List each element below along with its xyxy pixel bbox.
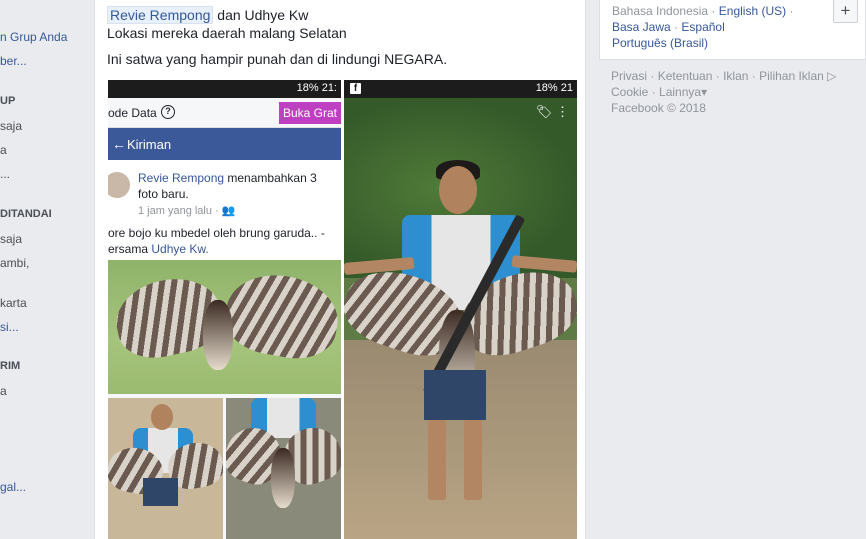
footer-link[interactable]: Privasi: [611, 69, 647, 83]
sidebar-section-heading: DITANDAI: [0, 208, 52, 220]
footer-link[interactable]: Iklan: [723, 69, 748, 83]
post-line: Ini satwa yang hampir punah dan di lindu…: [107, 51, 448, 67]
footer-link[interactable]: Ketentuan: [658, 69, 713, 83]
language-link[interactable]: Español: [681, 20, 724, 34]
sidebar-more-link[interactable]: ber...: [0, 54, 27, 68]
language-row: Basa Jawa · Español: [612, 20, 725, 34]
sidebar-item[interactable]: ...: [0, 167, 10, 181]
tag-and-menu-icons: 🏷 ⋮: [535, 104, 569, 119]
avatar: [108, 170, 132, 200]
friends-icon: 👥: [221, 205, 236, 217]
status-text: 18% 21:: [296, 82, 337, 94]
sidebar-section-heading: UP: [0, 95, 16, 107]
status-text: 18% 21: [535, 82, 573, 94]
sidebar-item[interactable]: saja: [0, 232, 22, 246]
language-link[interactable]: Bahasa Indonesia: [612, 4, 708, 18]
bluebar-label: Kiriman: [127, 137, 172, 152]
footer-link[interactable]: Cookie: [611, 85, 648, 99]
post-with-text: dan Udhye Kw: [217, 7, 309, 23]
dropdown-icon[interactable]: ▾: [701, 85, 707, 99]
phone-status-bar: f 18% 21: [344, 80, 577, 98]
sidebar-item[interactable]: a: [0, 384, 7, 398]
language-card: Bahasa Indonesia · English (US) · Basa J…: [599, 0, 866, 60]
back-arrow-icon: ←: [112, 136, 126, 152]
sidebar-item[interactable]: karta: [0, 296, 27, 310]
sidebar-group-link[interactable]: n Grup Anda: [0, 30, 67, 44]
inner-time: 1 jam yang lalu · 👥: [138, 205, 236, 217]
adchoices-icon[interactable]: ▷: [827, 69, 836, 83]
sidebar-section-heading: RIM: [0, 360, 21, 372]
footer-link[interactable]: Pilihan Iklan: [759, 69, 824, 83]
language-row: Português (Brasil): [612, 35, 708, 51]
app-top-bar: ode Data ? Buka Grat: [108, 98, 341, 128]
language-row: Bahasa Indonesia · English (US) ·: [612, 4, 794, 18]
sidebar-item[interactable]: saja: [0, 119, 22, 133]
inner-author: Revie Rempong menambahkan 3 foto baru.: [138, 171, 317, 201]
post-text: Revie Rempong dan Udhye Kw Lokasi mereka…: [107, 6, 577, 68]
footer: Privasi · Ketentuan · Iklan · Pilihan Ik…: [611, 68, 861, 116]
sidebar-more-link[interactable]: si...: [0, 320, 19, 334]
post-photo-2[interactable]: f 18% 21 🏷 ⋮: [344, 80, 577, 539]
add-language-button[interactable]: +: [833, 0, 858, 23]
inner-caption: ore bojo ku mbedel oleh brung garuda.. -…: [108, 226, 325, 256]
left-sidebar: n Grup Anda ber... UP saja a ... DITANDA…: [0, 0, 94, 539]
language-link[interactable]: Basa Jawa: [612, 20, 671, 34]
thumb-photo: [226, 398, 341, 539]
copyright: Facebook © 2018: [611, 101, 706, 115]
phone-status-bar: 18% 21:: [108, 80, 341, 98]
post-author-link[interactable]: Revie Rempong: [107, 6, 214, 24]
eagle-photo: [108, 260, 341, 394]
sidebar-item[interactable]: ambi,: [0, 256, 29, 270]
sidebar-item[interactable]: a: [0, 143, 7, 157]
topbar-label: ode Data: [108, 106, 157, 120]
language-link[interactable]: English (US): [719, 4, 786, 18]
buka-gratis-button: Buka Grat: [278, 102, 341, 124]
post-photo-1[interactable]: 18% 21: ode Data ? Buka Grat ← Kiriman R…: [108, 80, 341, 539]
help-icon: ?: [161, 105, 175, 119]
app-blue-bar: ← Kiriman: [108, 128, 341, 160]
language-link[interactable]: Português (Brasil): [612, 36, 708, 50]
footer-link[interactable]: Lainnya: [659, 85, 701, 99]
facebook-icon: f: [350, 83, 361, 94]
feed-post: Revie Rempong dan Udhye Kw Lokasi mereka…: [94, 0, 586, 539]
thumb-photo: [108, 398, 223, 539]
sidebar-more-link[interactable]: gal...: [0, 480, 26, 494]
inner-post: Revie Rempong menambahkan 3 foto baru. 1…: [108, 160, 341, 260]
post-line: Lokasi mereka daerah malang Selatan: [107, 25, 347, 41]
